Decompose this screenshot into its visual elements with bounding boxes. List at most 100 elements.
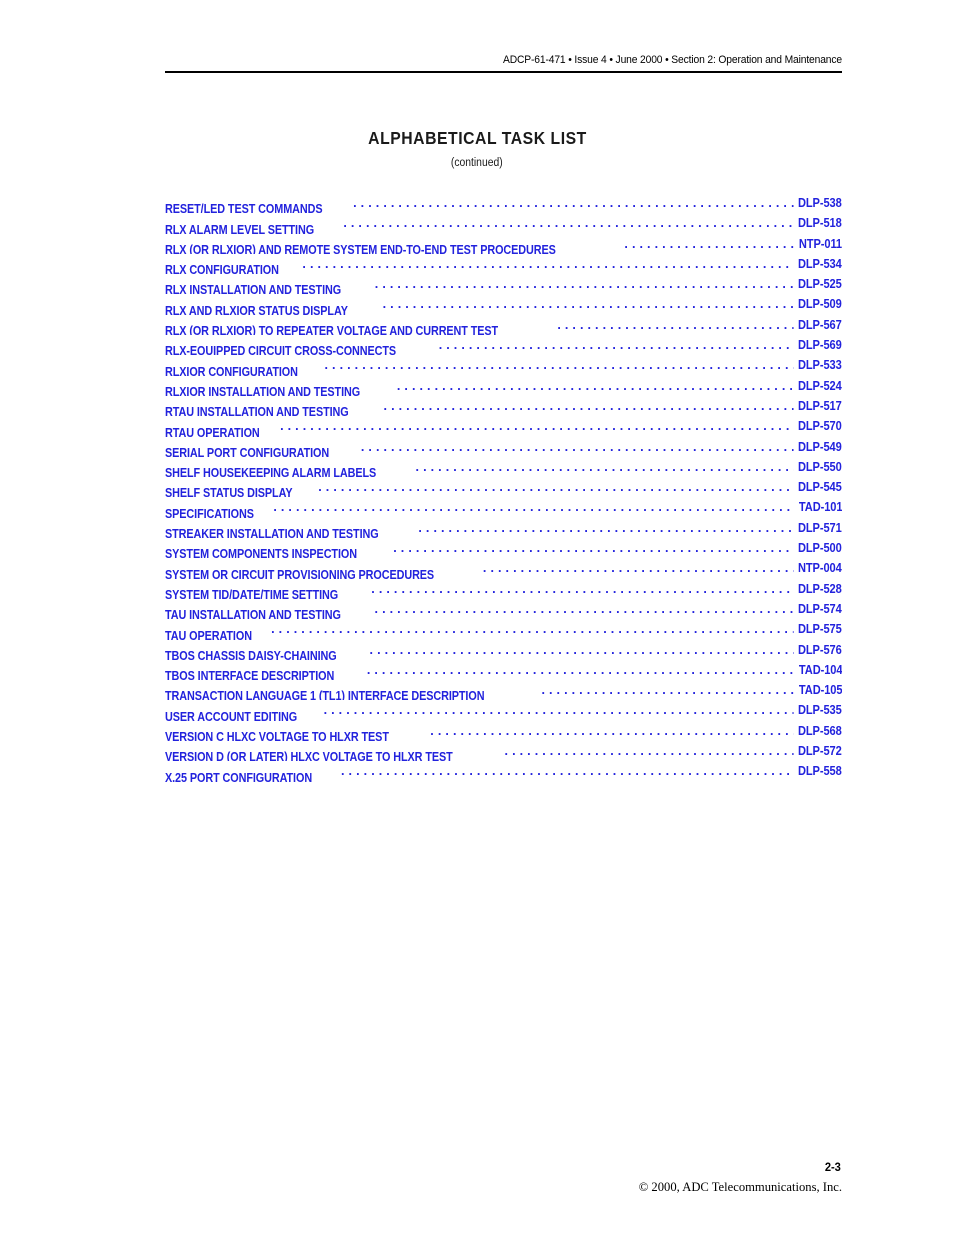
page-subtitle: (continued)	[451, 157, 503, 169]
task-label: USER ACCOUNT EDITING	[165, 709, 298, 721]
task-code[interactable]: DLP-550	[793, 456, 842, 478]
page-title: ALPHABETICAL TASK LIST	[367, 128, 587, 148]
task-list-row[interactable]: VERSION C HLXC VOLTAGE TO HLXR TEST.....…	[165, 720, 842, 742]
task-label: RLXIOR INSTALLATION AND TESTING	[165, 384, 361, 396]
header-divider-rule	[165, 71, 842, 73]
task-code[interactable]: TAD-105	[794, 680, 842, 701]
task-code[interactable]: DLP-572	[793, 741, 842, 762]
task-code[interactable]: DLP-570	[793, 416, 842, 437]
dot-leader: ........................................…	[374, 277, 823, 292]
task-label: RLX-EQUIPPED CIRCUIT CROSS-CONNECTS	[165, 344, 397, 356]
task-list-row[interactable]: TAU OPERATION...........................…	[165, 619, 842, 640]
task-code[interactable]: DLP-524	[793, 375, 842, 396]
task-label: TBOS INTERFACE DESCRIPTION	[165, 669, 335, 681]
dot-leader: ........................................…	[369, 642, 822, 657]
task-list-row[interactable]: X.25 PORT CONFIGURATION.................…	[165, 761, 842, 782]
task-label: TAU OPERATION	[165, 628, 252, 640]
task-label: X.25 PORT CONFIGURATION	[165, 770, 313, 782]
task-code[interactable]: DLP-518	[793, 213, 842, 234]
task-code[interactable]: DLP-576	[793, 639, 842, 660]
task-code[interactable]: DLP-567	[793, 314, 842, 336]
dot-leader: ........................................…	[324, 358, 815, 373]
task-label: TAU INSTALLATION AND TESTING	[165, 608, 341, 620]
task-label: RLX ALARM LEVEL SETTING	[165, 222, 315, 234]
dot-leader: ........................................…	[271, 622, 808, 637]
task-list-row[interactable]: SPECIFICATIONS..........................…	[165, 497, 842, 518]
task-code[interactable]: DLP-517	[793, 395, 842, 417]
dot-leader: ........................................…	[366, 662, 822, 677]
task-label: SHELF STATUS DISPLAY	[165, 486, 293, 498]
task-code[interactable]: DLP-533	[793, 355, 842, 376]
copyright-notice: © 2000, ADC Telecommunications, Inc.	[638, 1180, 842, 1194]
task-label: SPECIFICATIONS	[165, 506, 254, 518]
task-code[interactable]: DLP-574	[793, 598, 842, 620]
task-code[interactable]: NTP-004	[793, 558, 842, 579]
task-list-row[interactable]: TRANSACTION LANGUAGE 1 (TL1) INTERFACE D…	[165, 680, 842, 701]
task-code[interactable]: DLP-528	[793, 578, 842, 599]
task-list-row[interactable]: RLX CONFIGURATION.......................…	[165, 253, 842, 275]
task-list-row[interactable]: SERIAL PORT CONFIGURATION...............…	[165, 436, 842, 457]
task-code[interactable]: DLP-558	[793, 761, 842, 782]
task-list-row[interactable]: RLX INSTALLATION AND TESTING............…	[165, 274, 842, 295]
running-header: ADCP-61-471 • Issue 4 • June 2000 • Sect…	[165, 54, 842, 66]
task-code[interactable]: DLP-500	[793, 538, 842, 559]
task-code[interactable]: DLP-534	[793, 253, 842, 275]
dot-leader: ........................................…	[341, 764, 818, 779]
task-code[interactable]: DLP-575	[793, 619, 842, 640]
task-list-row[interactable]: RLX ALARM LEVEL SETTING.................…	[165, 213, 842, 234]
task-list-row[interactable]: RLX (OR RLXIOR) AND REMOTE SYSTEM END-TO…	[165, 233, 842, 254]
task-label: RLX CONFIGURATION	[165, 263, 279, 275]
task-code[interactable]: DLP-509	[793, 294, 842, 315]
task-list-row[interactable]: RTAU INSTALLATION AND TESTING...........…	[165, 395, 842, 417]
task-label: TRANSACTION LANGUAGE 1 (TL1) INTERFACE D…	[165, 689, 485, 701]
task-list-row[interactable]: RLX (OR RLXIOR) TO REPEATER VOLTAGE AND …	[165, 314, 842, 336]
task-list-row[interactable]: USER ACCOUNT EDITING....................…	[165, 700, 842, 721]
task-list-row[interactable]: STREAKER INSTALLATION AND TESTING.......…	[165, 517, 842, 539]
task-code[interactable]: TAD-104	[794, 659, 842, 681]
document-page: ADCP-61-471 • Issue 4 • June 2000 • Sect…	[0, 0, 954, 1235]
task-list-row[interactable]: RESET/LED TEST COMMANDS.................…	[165, 193, 842, 214]
dot-leader: ........................................…	[371, 581, 823, 596]
dot-leader: ........................................…	[374, 601, 823, 616]
task-list-row[interactable]: RLXIOR CONFIGURATION....................…	[165, 355, 842, 376]
task-code[interactable]: TAD-101	[794, 497, 842, 518]
dot-leader: ........................................…	[273, 500, 808, 515]
task-code[interactable]: DLP-571	[793, 517, 842, 539]
task-label: RLX INSTALLATION AND TESTING	[165, 283, 342, 295]
task-code[interactable]: DLP-535	[793, 700, 842, 721]
dot-leader: ........................................…	[382, 297, 824, 312]
task-list-row[interactable]: SYSTEM TID/DATE/TIME SETTING............…	[165, 578, 842, 599]
task-list-row[interactable]: VERSION D (OR LATER) HLXC VOLTAGE TO HLX…	[165, 741, 842, 762]
task-code[interactable]: DLP-568	[793, 720, 842, 742]
task-code[interactable]: DLP-569	[793, 335, 842, 356]
task-label: STREAKER INSTALLATION AND TESTING	[165, 527, 379, 539]
dot-leader: ........................................…	[383, 398, 824, 413]
page-number: 2-3	[825, 1160, 842, 1174]
dot-leader: ........................................…	[415, 459, 829, 474]
task-label: RTAU INSTALLATION AND TESTING	[165, 405, 349, 417]
task-list-row[interactable]: SHELF HOUSEKEEPING ALARM LABELS.........…	[165, 456, 842, 478]
task-list-row[interactable]: RTAU OPERATION..........................…	[165, 416, 842, 437]
task-list-row[interactable]: TBOS INTERFACE DESCRIPTION..............…	[165, 659, 842, 681]
task-list-row[interactable]: TBOS CHASSIS DAISY-CHAINING.............…	[165, 639, 842, 660]
task-label: RLX (OR RLXIOR) AND REMOTE SYSTEM END-TO…	[165, 242, 556, 254]
dot-leader: ........................................…	[318, 480, 815, 495]
task-list-row[interactable]: RLXIOR INSTALLATION AND TESTING.........…	[165, 375, 842, 396]
task-list-row[interactable]: SHELF STATUS DISPLAY....................…	[165, 477, 842, 498]
task-code[interactable]: DLP-525	[793, 274, 842, 295]
dot-leader: ........................................…	[430, 723, 830, 738]
task-label: VERSION C HLXC VOLTAGE TO HLXR TEST	[165, 730, 389, 742]
task-list-row[interactable]: SYSTEM COMPONENTS INSPECTION............…	[165, 538, 842, 559]
task-list-row[interactable]: RLX AND RLXIOR STATUS DISPLAY...........…	[165, 294, 842, 315]
dot-leader: ........................................…	[418, 520, 828, 535]
dot-leader: ........................................…	[396, 378, 826, 393]
task-code[interactable]: DLP-538	[793, 193, 842, 214]
task-code[interactable]: DLP-549	[793, 436, 842, 457]
task-label: SERIAL PORT CONFIGURATION	[165, 445, 330, 457]
task-label: RLXIOR CONFIGURATION	[165, 364, 298, 376]
task-list-row[interactable]: TAU INSTALLATION AND TESTING............…	[165, 598, 842, 620]
task-list-row[interactable]: RLX-EQUIPPED CIRCUIT CROSS-CONNECTS.....…	[165, 335, 842, 356]
task-code[interactable]: NTP-011	[794, 233, 842, 254]
task-list-row[interactable]: SYSTEM OR CIRCUIT PROVISIONING PROCEDURE…	[165, 558, 842, 579]
task-code[interactable]: DLP-545	[793, 477, 842, 498]
